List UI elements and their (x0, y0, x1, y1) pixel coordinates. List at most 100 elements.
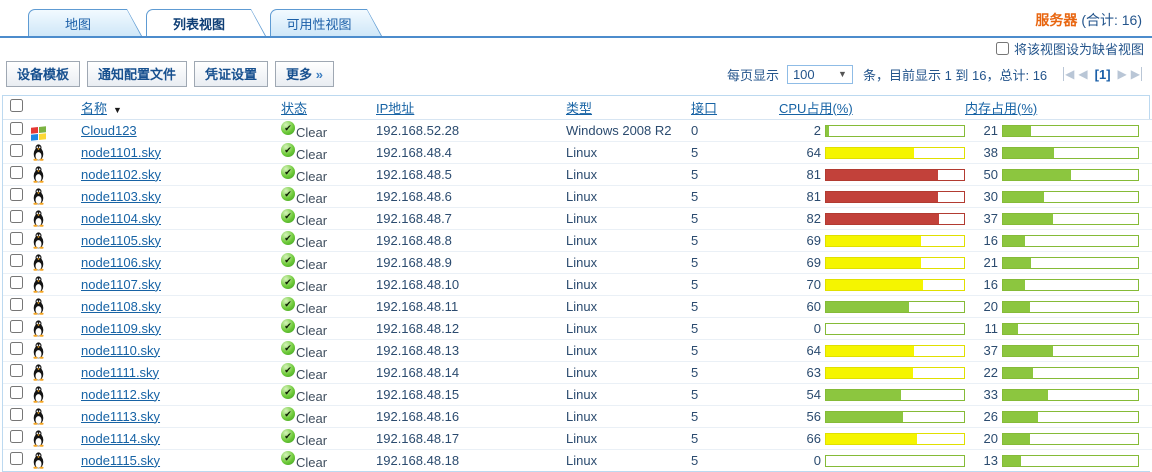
cpu-usage-bar (825, 191, 965, 203)
row-checkbox[interactable] (10, 276, 23, 289)
device-name-link[interactable]: node1101.sky (81, 145, 161, 160)
next-page-icon[interactable]: ▶ (1118, 67, 1127, 81)
column-header-name[interactable]: 名称 (81, 101, 107, 116)
row-checkbox[interactable] (10, 210, 23, 223)
cpu-usage-bar (825, 235, 965, 247)
column-header-ip[interactable]: IP地址 (376, 101, 414, 116)
device-name-link[interactable]: node1102.sky (81, 167, 161, 182)
device-name-link[interactable]: node1114.sky (81, 431, 160, 446)
first-page-icon[interactable]: ◀ (1063, 67, 1074, 81)
more-button[interactable]: 更多 » (275, 61, 334, 87)
row-checkbox[interactable] (10, 408, 23, 421)
row-checkbox[interactable] (10, 430, 23, 443)
tab-map-label: 地图 (29, 10, 141, 36)
row-checkbox[interactable] (10, 452, 23, 465)
table-row: node1111.sky ✔Clear 192.168.48.14 Linux … (3, 361, 1152, 383)
device-name-link[interactable]: node1104.sky (81, 211, 161, 226)
page-title: 服务器 (合计: 16) (1035, 10, 1142, 30)
row-checkbox[interactable] (10, 232, 23, 245)
memory-usage-bar (1002, 169, 1139, 181)
ip-address: 192.168.48.14 (376, 361, 566, 383)
ip-address: 192.168.48.8 (376, 229, 566, 251)
status-label: Clear (296, 147, 327, 162)
column-header-memory[interactable]: 内存占用(%) (965, 101, 1037, 116)
ip-address: 192.168.48.17 (376, 427, 566, 449)
device-name-link[interactable]: node1106.sky (81, 255, 161, 270)
status-ok-icon: ✔ (281, 165, 295, 179)
status-ok-icon: ✔ (281, 385, 295, 399)
device-template-button[interactable]: 设备模板 (6, 61, 80, 87)
mem-value: 37 (965, 343, 998, 358)
memory-usage-bar (1002, 323, 1139, 335)
cpu-value: 0 (779, 321, 821, 336)
per-page-select[interactable]: 100 ▼ (787, 65, 853, 84)
ip-address: 192.168.48.15 (376, 383, 566, 405)
credential-settings-button[interactable]: 凭证设置 (194, 61, 268, 87)
select-all-checkbox[interactable] (10, 99, 23, 112)
tab-availability-view[interactable]: 可用性视图 (270, 9, 382, 36)
device-name-link[interactable]: node1115.sky (81, 453, 160, 468)
sort-desc-icon: ▼ (113, 105, 122, 115)
mem-value: 50 (965, 167, 998, 182)
linux-tux-icon (31, 165, 46, 180)
device-type: Linux (566, 339, 691, 361)
mem-value: 16 (965, 277, 998, 292)
column-header-type[interactable]: 类型 (566, 101, 592, 116)
ip-address: 192.168.52.28 (376, 119, 566, 141)
status-ok-icon: ✔ (281, 429, 295, 443)
last-page-icon[interactable]: ▶ (1131, 67, 1142, 81)
mem-value: 20 (965, 431, 998, 446)
mem-value: 21 (965, 255, 998, 270)
cpu-value: 81 (779, 167, 821, 182)
cpu-value: 0 (779, 453, 821, 468)
device-type: Linux (566, 207, 691, 229)
device-name-link[interactable]: node1108.sky (81, 299, 161, 314)
device-name-link[interactable]: node1113.sky (81, 409, 160, 424)
row-checkbox[interactable] (10, 254, 23, 267)
status-ok-icon: ✔ (281, 407, 295, 421)
linux-tux-icon (31, 143, 46, 158)
row-checkbox[interactable] (10, 386, 23, 399)
status-label: Clear (296, 301, 327, 316)
column-header-status[interactable]: 状态 (281, 101, 307, 116)
row-checkbox[interactable] (10, 298, 23, 311)
device-name-link[interactable]: node1109.sky (81, 321, 161, 336)
notification-profile-button[interactable]: 通知配置文件 (87, 61, 187, 87)
status-label: Clear (296, 367, 327, 382)
status-label: Clear (296, 411, 327, 426)
device-name-link[interactable]: node1105.sky (81, 233, 161, 248)
tab-list-view-label: 列表视图 (147, 10, 265, 36)
device-name-link[interactable]: node1103.sky (81, 189, 161, 204)
current-page-indicator[interactable]: [1] (1095, 67, 1111, 82)
row-checkbox[interactable] (10, 320, 23, 333)
device-name-link[interactable]: node1112.sky (81, 387, 160, 402)
column-header-interface[interactable]: 接口 (691, 101, 717, 116)
column-header-cpu[interactable]: CPU占用(%) (779, 101, 853, 116)
device-type: Linux (566, 273, 691, 295)
device-name-link[interactable]: Cloud123 (81, 123, 137, 138)
pagination-range-text: 条，目前显示 1 到 16，总计: 16 (863, 65, 1047, 84)
status-ok-icon: ✔ (281, 363, 295, 377)
prev-page-icon[interactable]: ◀ (1078, 67, 1087, 81)
table-row: node1103.sky ✔Clear 192.168.48.6 Linux 5… (3, 185, 1152, 207)
device-name-link[interactable]: node1110.sky (81, 343, 160, 358)
device-name-link[interactable]: node1111.sky (81, 365, 159, 380)
status-ok-icon: ✔ (281, 341, 295, 355)
tab-list-view[interactable]: 列表视图 (146, 9, 266, 36)
row-checkbox[interactable] (10, 144, 23, 157)
row-checkbox[interactable] (10, 122, 23, 135)
memory-usage-bar (1002, 213, 1139, 225)
device-name-link[interactable]: node1107.sky (81, 277, 161, 292)
default-view-label: 将该视图设为缺省视图 (1014, 39, 1144, 58)
default-view-checkbox[interactable] (996, 42, 1009, 55)
row-checkbox[interactable] (10, 188, 23, 201)
row-checkbox[interactable] (10, 166, 23, 179)
cpu-value: 2 (779, 123, 821, 138)
cpu-value: 70 (779, 277, 821, 292)
tab-map[interactable]: 地图 (28, 9, 142, 36)
row-checkbox[interactable] (10, 364, 23, 377)
row-checkbox[interactable] (10, 342, 23, 355)
ip-address: 192.168.48.5 (376, 163, 566, 185)
cpu-value: 69 (779, 255, 821, 270)
default-view-row: 将该视图设为缺省视图 (0, 38, 1152, 55)
